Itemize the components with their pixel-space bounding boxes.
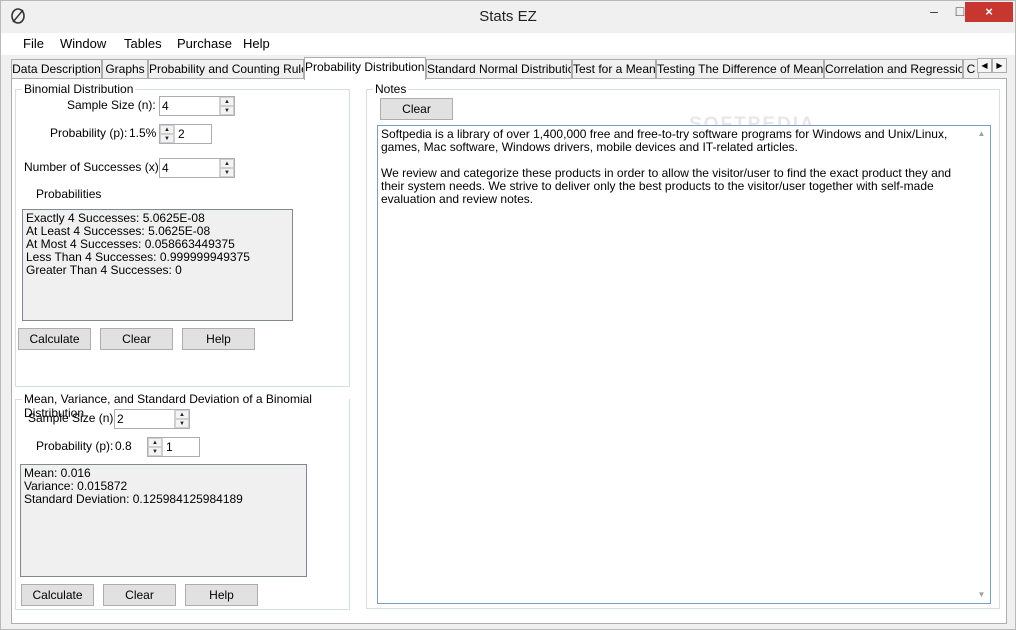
probability-value[interactable]: 2: [178, 127, 185, 141]
scroll-down-icon[interactable]: ▼: [973, 587, 990, 603]
sample-size-spin-buttons[interactable]: ▲ ▼: [219, 97, 234, 115]
tab-test-for-a-mean[interactable]: Test for a Mean: [572, 59, 656, 79]
tab-testing-difference-of-means[interactable]: Testing The Difference of Means: [656, 59, 824, 79]
spin-up-icon[interactable]: ▲: [160, 125, 174, 134]
binomial-group: Binomial Distribution Sample Size (n): 4…: [15, 82, 350, 387]
mv-clear-button[interactable]: Clear: [103, 584, 176, 606]
clear-button[interactable]: Clear: [100, 328, 173, 350]
mv-sample-size-spinner[interactable]: 2 ▲ ▼: [114, 409, 190, 429]
spin-down-icon[interactable]: ▼: [220, 168, 234, 177]
probability-spinner[interactable]: ▲ ▼ 2: [159, 124, 212, 144]
mv-sample-size-label: Sample Size (n):: [28, 411, 117, 425]
result-std-dev: Standard Deviation: 0.125984125984189: [24, 492, 243, 506]
mv-probability-value[interactable]: 1: [166, 440, 173, 454]
notes-clear-button[interactable]: Clear: [380, 98, 453, 120]
menu-file[interactable]: File: [23, 36, 44, 51]
tab-correlation-regression[interactable]: Correlation and Regression: [824, 59, 963, 79]
notes-scrollbar[interactable]: ▲ ▼: [973, 126, 990, 603]
window-title: Stats EZ: [479, 8, 537, 25]
mv-results-box[interactable]: Mean: 0.016 Variance: 0.015872 Standard …: [20, 464, 307, 577]
sample-size-spinner[interactable]: 4 ▲ ▼: [159, 96, 235, 116]
tab-graphs[interactable]: Graphs: [102, 59, 148, 79]
title-bar: Stats EZ – □ ×: [1, 1, 1015, 33]
tab-content-panel: Binomial Distribution Sample Size (n): 4…: [11, 78, 1007, 624]
notes-textarea[interactable]: Softpedia is a library of over 1,400,000…: [377, 125, 991, 604]
successes-value[interactable]: 4: [162, 161, 169, 175]
spin-down-icon[interactable]: ▼: [175, 419, 189, 428]
spin-up-icon[interactable]: ▲: [175, 410, 189, 419]
result-greater-than: Greater Than 4 Successes: 0: [26, 263, 182, 277]
sample-size-value[interactable]: 4: [162, 99, 169, 113]
successes-label: Number of Successes (x):: [24, 160, 163, 174]
tab-probability-distributions[interactable]: Probability Distributions: [304, 57, 426, 80]
mv-probability-spin-buttons[interactable]: ▲ ▼: [148, 438, 163, 456]
binomial-results-box[interactable]: Exactly 4 Successes: 5.0625E-08 At Least…: [22, 209, 293, 321]
app-window: Stats EZ – □ × File Window Tables Purcha…: [0, 0, 1016, 630]
spin-up-icon[interactable]: ▲: [220, 159, 234, 168]
close-button[interactable]: ×: [965, 2, 1013, 22]
mv-sample-size-spin-buttons[interactable]: ▲ ▼: [174, 410, 189, 428]
mean-variance-group: Mean, Variance, and Standard Deviation o…: [15, 392, 350, 610]
successes-spinner[interactable]: 4 ▲ ▼: [159, 158, 235, 178]
sample-size-label: Sample Size (n):: [67, 98, 156, 112]
binomial-group-title: Binomial Distribution: [22, 82, 136, 96]
menu-window[interactable]: Window: [60, 36, 106, 51]
tab-strip: Data Description Graphs Probability and …: [11, 57, 1007, 80]
tab-scroll-right-icon[interactable]: ▶: [992, 58, 1007, 73]
menu-bar: File Window Tables Purchase Help: [1, 33, 1015, 55]
minimize-button[interactable]: –: [921, 2, 947, 22]
spin-down-icon[interactable]: ▼: [160, 134, 174, 143]
probability-label: Probability (p):: [50, 126, 128, 140]
spin-up-icon[interactable]: ▲: [220, 97, 234, 106]
mv-sample-size-value[interactable]: 2: [117, 412, 124, 426]
tab-data-description[interactable]: Data Description: [11, 59, 102, 79]
tab-standard-normal-distribution[interactable]: Standard Normal Distribution: [426, 59, 572, 79]
spin-up-icon[interactable]: ▲: [148, 438, 162, 447]
mv-probability-label: Probability (p):: [36, 439, 114, 453]
notes-paragraph: Softpedia is a library of over 1,400,000…: [381, 127, 948, 154]
probability-spin-buttons[interactable]: ▲ ▼: [160, 125, 175, 143]
probability-display: 1.5%: [129, 126, 157, 140]
calculate-button[interactable]: Calculate: [18, 328, 91, 350]
tab-scroll-left-icon[interactable]: ◀: [977, 58, 992, 73]
spin-down-icon[interactable]: ▼: [220, 106, 234, 115]
mv-help-button[interactable]: Help: [185, 584, 258, 606]
notes-group-title: Notes: [373, 82, 409, 96]
tab-probability-counting-rules[interactable]: Probability and Counting Rules: [148, 59, 304, 79]
mv-probability-spinner[interactable]: ▲ ▼ 1: [147, 437, 200, 457]
mv-calculate-button[interactable]: Calculate: [21, 584, 94, 606]
help-button[interactable]: Help: [182, 328, 255, 350]
spin-down-icon[interactable]: ▼: [148, 447, 162, 456]
notes-paragraph: We review and categorize these products …: [381, 166, 952, 206]
menu-purchase[interactable]: Purchase: [177, 36, 232, 51]
probabilities-label: Probabilities: [36, 187, 102, 201]
menu-help[interactable]: Help: [243, 36, 270, 51]
successes-spin-buttons[interactable]: ▲ ▼: [219, 159, 234, 177]
menu-tables[interactable]: Tables: [124, 36, 162, 51]
mv-probability-display: 0.8: [115, 439, 132, 453]
scroll-up-icon[interactable]: ▲: [973, 126, 990, 142]
